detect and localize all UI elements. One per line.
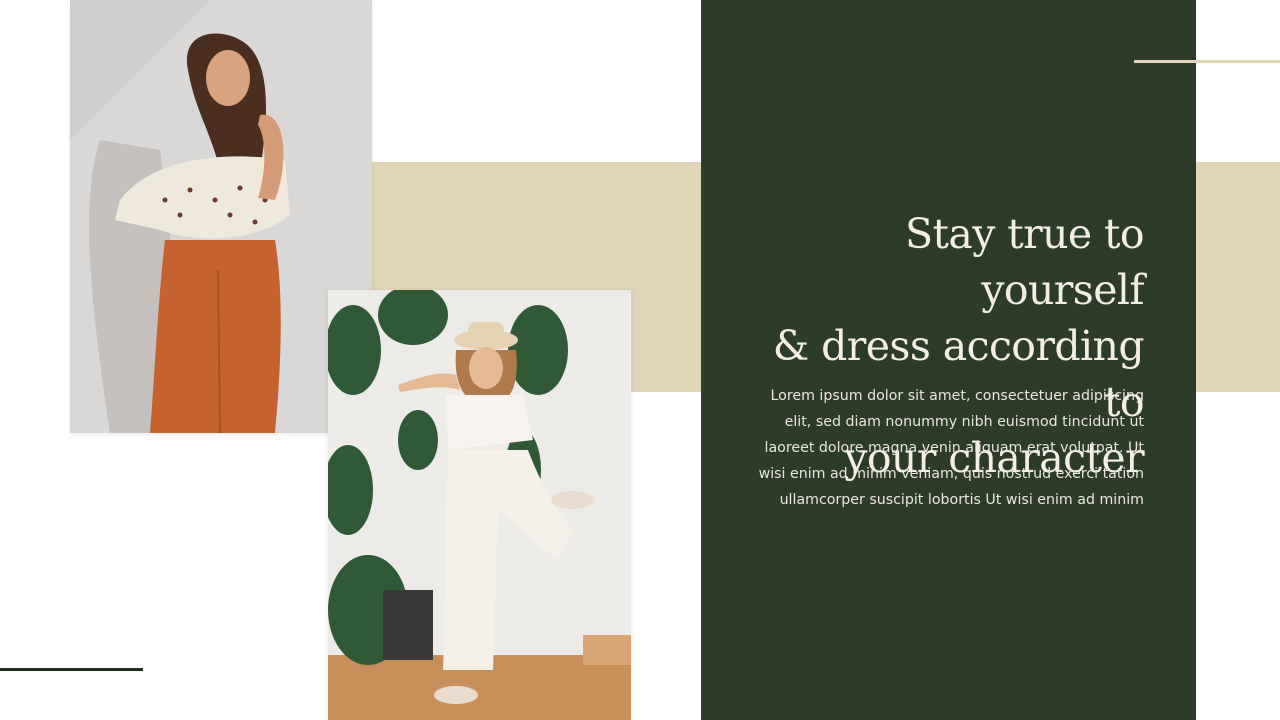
decorative-line-bottom: [0, 668, 143, 671]
slide-body-text: Lorem ipsum dolor sit amet, consectetuer…: [758, 388, 1144, 508]
decorative-line-top: [1134, 60, 1280, 63]
beige-band-right: [1196, 162, 1280, 392]
fashion-photo-plants: [328, 290, 631, 720]
fashion-photo-wall: [70, 0, 372, 433]
